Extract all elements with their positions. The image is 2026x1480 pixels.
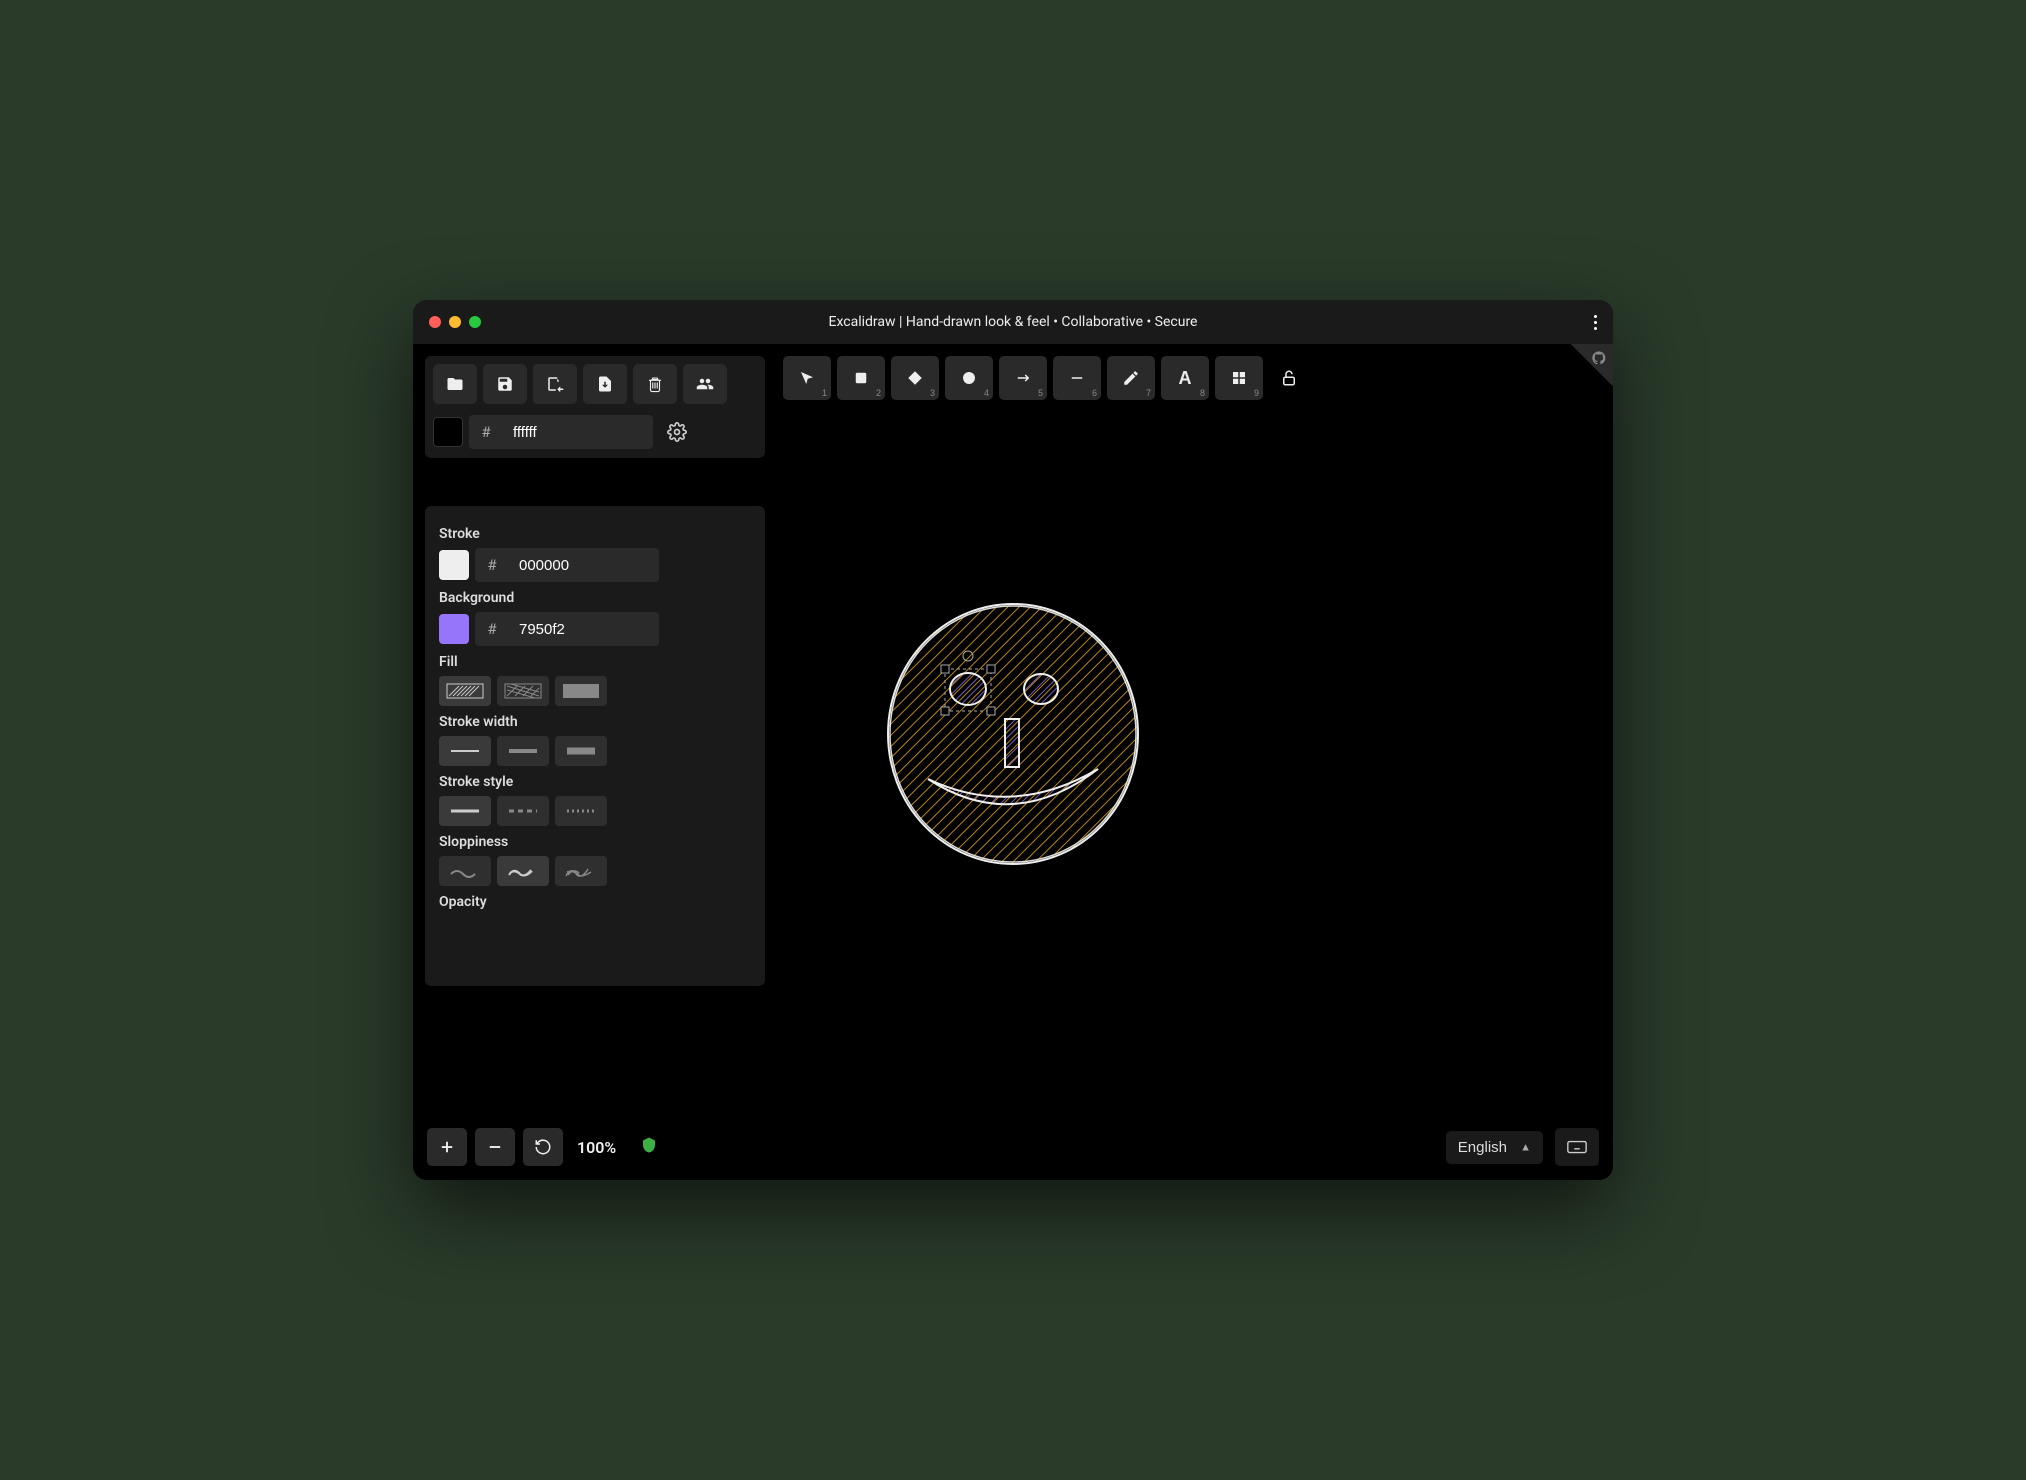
tool-diamond[interactable]: 3 (891, 356, 939, 400)
tool-library[interactable]: 9 (1215, 356, 1263, 400)
stroke-color-input[interactable] (509, 548, 659, 582)
settings-button[interactable] (659, 414, 695, 450)
tool-line[interactable]: 6 (1053, 356, 1101, 400)
zoom-reset-button[interactable] (523, 1128, 563, 1166)
zoom-out-button[interactable] (475, 1128, 515, 1166)
tool-toolbar: 1 2 3 4 5 6 7 A8 9 (783, 356, 1309, 400)
properties-scroll[interactable]: Stroke # Background # (439, 518, 751, 974)
export-button[interactable] (583, 364, 627, 404)
stroke-swatch[interactable] (439, 550, 469, 580)
save-as-button[interactable] (533, 364, 577, 404)
maximize-window-button[interactable] (469, 316, 481, 328)
stroke-style-solid[interactable] (439, 796, 491, 826)
zoom-in-button[interactable] (427, 1128, 467, 1166)
background-hash: # (475, 612, 509, 646)
titlebar: Excalidraw | Hand-drawn look & feel • Co… (413, 300, 1613, 344)
sloppiness-architect[interactable] (439, 856, 491, 886)
tool-text[interactable]: A8 (1161, 356, 1209, 400)
canvas[interactable]: # 1 2 3 4 5 6 7 A8 9 (413, 344, 1613, 1180)
github-corner[interactable] (1553, 344, 1613, 404)
minimize-window-button[interactable] (449, 316, 461, 328)
stroke-hash: # (475, 548, 509, 582)
window-controls (429, 316, 481, 328)
background-color-input[interactable] (509, 612, 659, 646)
tool-rectangle[interactable]: 2 (837, 356, 885, 400)
fill-crosshatch[interactable] (497, 676, 549, 706)
stroke-width-medium[interactable] (497, 736, 549, 766)
background-swatch[interactable] (439, 614, 469, 644)
stroke-style-dotted[interactable] (555, 796, 607, 826)
open-button[interactable] (433, 364, 477, 404)
browser-menu-icon[interactable] (1594, 315, 1597, 330)
app-body: # 1 2 3 4 5 6 7 A8 9 (413, 344, 1613, 1180)
zoom-value: 100% (571, 1138, 622, 1157)
zoom-controls: 100% (427, 1128, 658, 1166)
properties-panel: Stroke # Background # (425, 506, 765, 986)
background-label: Background (439, 590, 737, 606)
bottom-right-controls: English ▲ (1446, 1128, 1599, 1166)
stroke-width-label: Stroke width (439, 714, 737, 730)
save-button[interactable] (483, 364, 527, 404)
canvas-color-swatch[interactable] (433, 417, 463, 447)
file-panel: # (425, 356, 765, 458)
tool-lock[interactable] (1269, 356, 1309, 400)
app-window: Excalidraw | Hand-drawn look & feel • Co… (413, 300, 1613, 1180)
fill-label: Fill (439, 654, 737, 670)
encryption-shield-icon[interactable] (640, 1136, 658, 1158)
stroke-style-dashed[interactable] (497, 796, 549, 826)
tool-selection[interactable]: 1 (783, 356, 831, 400)
language-select[interactable]: English (1446, 1131, 1543, 1164)
collaborate-button[interactable] (683, 364, 727, 404)
stroke-label: Stroke (439, 526, 737, 542)
fill-hachure[interactable] (439, 676, 491, 706)
window-title: Excalidraw | Hand-drawn look & feel • Co… (413, 314, 1613, 330)
clear-canvas-button[interactable] (633, 364, 677, 404)
tool-ellipse[interactable]: 4 (945, 356, 993, 400)
hash-label: # (469, 415, 503, 449)
close-window-button[interactable] (429, 316, 441, 328)
tool-arrow[interactable]: 5 (999, 356, 1047, 400)
stroke-width-thin[interactable] (439, 736, 491, 766)
sloppiness-artist[interactable] (497, 856, 549, 886)
tool-draw[interactable]: 7 (1107, 356, 1155, 400)
canvas-drawing[interactable] (873, 594, 1153, 874)
sloppiness-label: Sloppiness (439, 834, 737, 850)
fill-solid[interactable] (555, 676, 607, 706)
sloppiness-cartoonist[interactable] (555, 856, 607, 886)
keyboard-shortcuts-button[interactable] (1555, 1128, 1599, 1166)
stroke-style-label: Stroke style (439, 774, 737, 790)
opacity-label: Opacity (439, 894, 737, 910)
stroke-width-thick[interactable] (555, 736, 607, 766)
canvas-color-input[interactable] (503, 415, 653, 449)
